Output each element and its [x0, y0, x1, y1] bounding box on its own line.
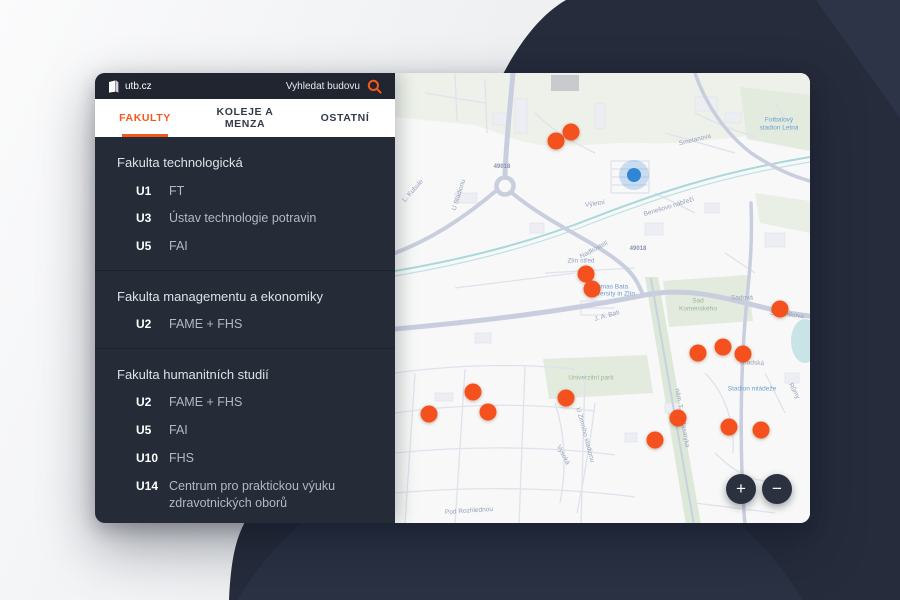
- building-list-item[interactable]: U2 FAME + FHS: [95, 311, 395, 339]
- building-list-item[interactable]: U5 FAI: [95, 233, 395, 261]
- faculty-section-items: U2 FAME + FHS: [95, 311, 395, 339]
- site-label: utb.cz: [125, 81, 152, 92]
- building-label: Centrum pro praktickou výuku zdravotnick…: [169, 478, 369, 512]
- tab-fakulty[interactable]: FAKULTY: [95, 99, 195, 137]
- building-code: U10: [136, 450, 160, 466]
- map-marker[interactable]: [715, 339, 732, 356]
- search-icon: [367, 79, 382, 94]
- map-marker[interactable]: [753, 422, 770, 439]
- building-code: U1: [136, 183, 160, 199]
- building-label: Ústav technologie potravin: [169, 210, 316, 227]
- top-bar: utb.cz Vyhledat budovu: [95, 73, 395, 99]
- building-list-item[interactable]: U5 FAI: [95, 416, 395, 444]
- faculty-section-title: Fakulta managementu a ekonomiky: [95, 284, 395, 311]
- faculty-section: Fakulta managementu a ekonomiky U2 FAME …: [95, 271, 395, 349]
- map-marker[interactable]: [563, 124, 580, 141]
- tab-bar: FAKULTY KOLEJE A MENZA OSTATNÍ: [95, 99, 395, 137]
- building-list-item[interactable]: U10 FHS: [95, 444, 395, 472]
- map-marker[interactable]: [735, 346, 752, 363]
- building-list-item[interactable]: U14 Centrum pro praktickou výuku zdravot…: [95, 472, 395, 517]
- building-code: U5: [136, 422, 160, 438]
- map-marker[interactable]: [465, 384, 482, 401]
- building-label: FAI: [169, 422, 188, 439]
- zoom-out-button[interactable]: −: [762, 474, 792, 504]
- map[interactable]: + − 49018 49018 Smetanova Benešovo nábře…: [395, 73, 810, 523]
- map-marker[interactable]: [690, 345, 707, 362]
- building-code: U3: [136, 210, 160, 226]
- building-label: FAME + FHS: [169, 394, 242, 411]
- faculty-section-items: U1 FT U3 Ústav technologie potravin U5 F…: [95, 177, 395, 261]
- tab-koleje-a-menza[interactable]: KOLEJE A MENZA: [195, 99, 295, 137]
- utb-logo-icon: [108, 80, 119, 93]
- sidebar: utb.cz Vyhledat budovu FAKULTY KOLEJE A …: [95, 73, 395, 523]
- map-marker[interactable]: [421, 406, 438, 423]
- map-marker[interactable]: [584, 281, 601, 298]
- map-marker[interactable]: [721, 419, 738, 436]
- map-marker[interactable]: [558, 390, 575, 407]
- faculty-list: Fakulta technologická U1 FT U3 Ústav tec…: [95, 137, 395, 523]
- faculty-section: Fakulta technologická U1 FT U3 Ústav tec…: [95, 137, 395, 271]
- search-building-button[interactable]: Vyhledat budovu: [286, 79, 382, 94]
- map-marker[interactable]: [480, 404, 497, 421]
- map-canvas: [395, 73, 810, 523]
- faculty-section-items: U2 FAME + FHS U5 FAI U10 FHS U14 Centrum…: [95, 389, 395, 517]
- building-label: FAI: [169, 238, 188, 255]
- building-code: U14: [136, 478, 160, 494]
- zoom-in-button[interactable]: +: [726, 474, 756, 504]
- map-marker[interactable]: [772, 301, 789, 318]
- building-label: FHS: [169, 450, 194, 467]
- building-list-item[interactable]: U3 Ústav technologie potravin: [95, 205, 395, 233]
- app-window: utb.cz Vyhledat budovu FAKULTY KOLEJE A …: [95, 73, 810, 523]
- faculty-section-title: Fakulta technologická: [95, 150, 395, 177]
- faculty-section-title: Fakulta humanitních studií: [95, 362, 395, 389]
- faculty-section: Fakulta humanitních studií U2 FAME + FHS…: [95, 349, 395, 524]
- building-label: FAME + FHS: [169, 316, 242, 333]
- search-label: Vyhledat budovu: [286, 81, 360, 92]
- map-marker[interactable]: [670, 410, 687, 427]
- building-code: U2: [136, 316, 160, 332]
- building-code: U5: [136, 238, 160, 254]
- current-location-dot: [619, 160, 649, 190]
- tab-ostatn-[interactable]: OSTATNÍ: [295, 99, 395, 137]
- building-code: U2: [136, 394, 160, 410]
- building-list-item[interactable]: U1 FT: [95, 177, 395, 205]
- map-marker[interactable]: [548, 133, 565, 150]
- map-marker[interactable]: [647, 432, 664, 449]
- building-label: FT: [169, 183, 184, 200]
- building-list-item[interactable]: U2 FAME + FHS: [95, 389, 395, 417]
- site-brand[interactable]: utb.cz: [108, 80, 152, 93]
